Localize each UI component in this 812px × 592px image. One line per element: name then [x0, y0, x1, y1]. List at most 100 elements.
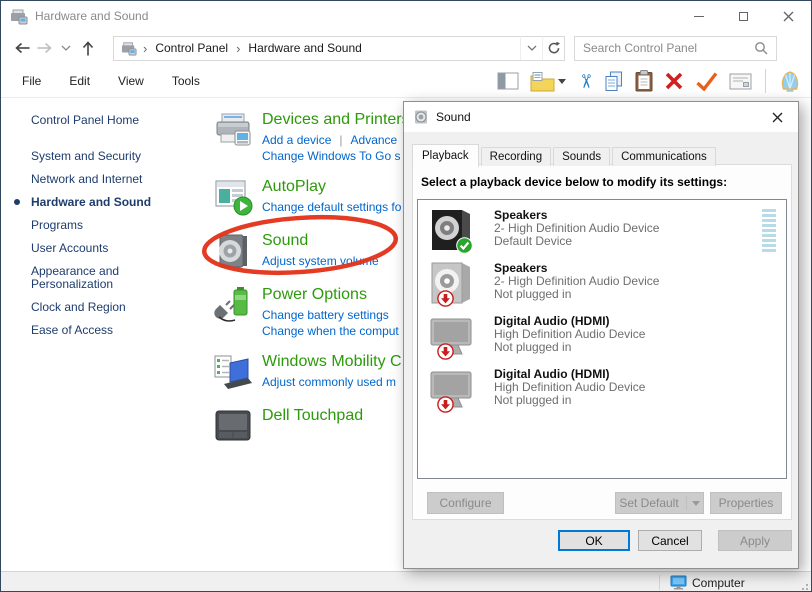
sidebar-home-link[interactable]: Control Panel Home [31, 113, 201, 127]
copy-icon[interactable] [604, 71, 624, 92]
category-title[interactable]: Windows Mobility C [262, 352, 402, 372]
refresh-button[interactable] [542, 36, 564, 60]
device-icon-hdmi [428, 314, 474, 360]
menu-item-edit[interactable]: Edit [66, 72, 93, 90]
close-button[interactable] [766, 1, 811, 31]
paste-icon[interactable] [635, 70, 653, 92]
speaker-icon[interactable] [213, 232, 253, 272]
sidebar-item[interactable]: Network and Internet [31, 173, 173, 186]
search-box [574, 35, 777, 61]
delete-icon[interactable] [664, 71, 684, 91]
sidebar-item[interactable]: Ease of Access [31, 324, 173, 337]
task-link[interactable]: Adjust system volume [262, 254, 379, 268]
tab-playback[interactable]: Playback [412, 144, 479, 167]
task-link[interactable]: Adjust commonly used m [262, 375, 396, 389]
touchpad-icon[interactable] [213, 407, 253, 447]
forward-button[interactable] [33, 36, 55, 60]
device-row[interactable]: Speakers 2- High Definition Audio Device N… [418, 253, 786, 307]
up-button[interactable] [77, 36, 99, 60]
tab-sounds[interactable]: Sounds [553, 147, 611, 166]
resize-grip[interactable] [799, 581, 809, 591]
back-button[interactable] [11, 36, 33, 60]
toolbar: ✂ [497, 69, 801, 93]
control-panel-item-text: Power Options Change battery settings Chan… [262, 285, 399, 339]
category-title[interactable]: AutoPlay [262, 177, 401, 197]
task-link[interactable]: Add a device [262, 133, 331, 147]
category-title[interactable]: Dell Touchpad [262, 406, 363, 426]
dialog-close-button[interactable] [756, 102, 798, 132]
breadcrumb-item[interactable]: Control Panel [153, 40, 230, 56]
category-title[interactable]: Power Options [262, 285, 399, 305]
device-name: Speakers [494, 261, 548, 275]
sidebar-item[interactable]: User Accounts [31, 242, 173, 255]
computer-icon [670, 575, 687, 589]
maximize-button[interactable] [721, 1, 766, 31]
search-icon[interactable] [750, 41, 776, 55]
mobility-icon[interactable] [213, 353, 253, 393]
task-link[interactable]: Advance [351, 133, 398, 147]
ok-button[interactable]: OK [558, 530, 630, 551]
breadcrumb-item[interactable]: Hardware and Sound [246, 40, 363, 56]
sidebar-item[interactable]: Programs [31, 219, 173, 232]
not-plugged-badge-icon [437, 343, 454, 360]
tab-recording[interactable]: Recording [480, 147, 552, 166]
task-link[interactable]: Change battery settings [262, 308, 389, 322]
set-default-dropdown-icon[interactable] [691, 500, 700, 506]
window-title: Hardware and Sound [35, 9, 149, 23]
default-check-badge-icon [456, 237, 473, 254]
category-title[interactable]: Sound [262, 231, 379, 251]
control-panel-item: AutoPlay Change default settings fo [213, 177, 410, 218]
device-list[interactable]: Speakers 2- High Definition Audio Device D… [417, 199, 787, 479]
check-icon[interactable] [695, 71, 718, 91]
task-link[interactable]: Change default settings fo [262, 200, 401, 214]
set-default-button[interactable]: Set Default [615, 492, 704, 514]
minimize-button[interactable] [676, 1, 721, 31]
device-row[interactable]: Speakers 2- High Definition Audio Device D… [418, 200, 786, 254]
menubar: File Edit View Tools ✂ [1, 65, 811, 98]
recent-pages-dropdown[interactable] [55, 36, 77, 60]
device-status: Default Device [494, 234, 573, 248]
device-text: Digital Audio (HDMI) High Definition Audi… [494, 367, 645, 412]
properties-button[interactable]: Properties [710, 492, 782, 514]
task-link[interactable]: Change Windows To Go s [262, 149, 401, 163]
device-icon-speaker-light [428, 261, 474, 307]
views-icon[interactable] [497, 72, 519, 90]
control-panel-item-text: Windows Mobility C Adjust commonly used m [262, 352, 402, 393]
device-text: Digital Audio (HDMI) High Definition Audi… [494, 314, 645, 359]
task-link[interactable]: Change when the comput [262, 324, 399, 338]
shell-icon[interactable] [779, 70, 801, 92]
cut-icon[interactable]: ✂ [575, 72, 596, 91]
search-input[interactable] [575, 41, 750, 55]
explorer-window: Hardware and Sound › Control Panel › Hardwa… [0, 0, 812, 592]
printer-icon[interactable] [213, 111, 253, 151]
control-panel-item: Dell Touchpad [213, 406, 410, 447]
folder-options-dropdown[interactable] [558, 78, 567, 84]
device-row[interactable]: Digital Audio (HDMI) High Definition Audi… [418, 359, 786, 413]
statusbar-computer: Computer [670, 572, 745, 591]
tab-communications[interactable]: Communications [612, 147, 716, 166]
menu-item-tools[interactable]: Tools [169, 72, 203, 90]
control-panel-item-text: Sound Adjust system volume [262, 231, 379, 272]
autoplay-icon[interactable] [213, 178, 253, 218]
power-icon[interactable] [213, 286, 253, 326]
device-row[interactable]: Digital Audio (HDMI) High Definition Audi… [418, 306, 786, 360]
folder-options-icon[interactable] [530, 71, 567, 92]
menu-item-file[interactable]: File [19, 72, 44, 90]
control-panel-item-text: Devices and Printers Add a device | Advance… [262, 110, 410, 164]
properties-icon[interactable] [729, 73, 752, 90]
menu-item-view[interactable]: View [115, 72, 147, 90]
control-panel-item-text: AutoPlay Change default settings fo [262, 177, 401, 218]
cancel-button[interactable]: Cancel [638, 530, 702, 551]
sidebar-item[interactable]: System and Security [31, 150, 173, 163]
dialog-titlebar[interactable]: Sound [404, 102, 798, 132]
location-icon [121, 41, 137, 56]
sidebar-item[interactable]: Appearance and Personalization [31, 265, 173, 291]
category-title[interactable]: Devices and Printers [262, 110, 410, 130]
configure-button[interactable]: Configure [427, 492, 504, 514]
window-titlebar[interactable]: Hardware and Sound [1, 1, 811, 31]
apply-button[interactable]: Apply [718, 530, 792, 551]
sidebar-item[interactable]: Clock and Region [31, 301, 173, 314]
sidebar-item[interactable]: Hardware and Sound [14, 196, 173, 209]
address-dropdown-button[interactable] [520, 36, 542, 60]
address-bar[interactable]: › Control Panel › Hardware and Sound [113, 35, 565, 61]
